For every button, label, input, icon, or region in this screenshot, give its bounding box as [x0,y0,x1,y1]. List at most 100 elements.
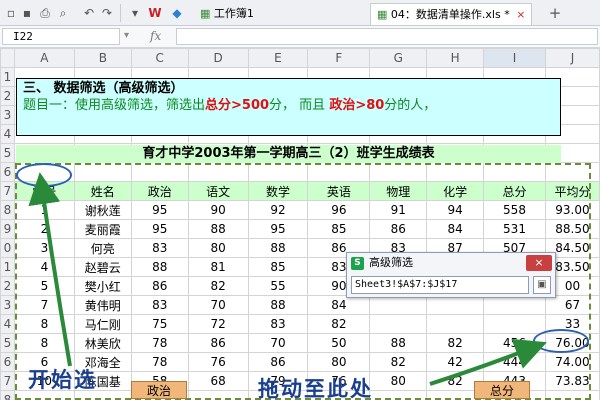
spreadsheet-grid[interactable]: A B C D E F G H I J 1 2 3 4 5 6 7 学号 姓名 … [0,48,600,400]
data-cell[interactable]: 马仁刚 [73,314,132,334]
data-cell[interactable]: 68 [187,371,249,391]
row-header[interactable]: 4 [0,124,15,144]
data-cell[interactable]: 55 [247,276,309,296]
instruction-note[interactable]: 三、 数据筛选（高级筛选） 题目一：使用高级筛选，筛选出总分>500分， 而且 … [16,78,561,136]
row-header[interactable]: 4 [0,314,15,334]
name-box-dropdown-icon[interactable]: ▾ [124,30,129,41]
data-cell[interactable]: 70 [247,333,309,353]
header-cell-math[interactable]: 数学 [247,181,309,201]
data-cell[interactable]: 74.00 [544,352,600,372]
data-cell[interactable]: 92 [247,200,309,220]
header-cell-physics[interactable]: 物理 [369,181,428,201]
data-cell[interactable]: 88 [369,333,428,353]
data-cell[interactable]: 95 [130,219,189,239]
wps-logo-icon[interactable]: W [148,6,162,20]
row-header[interactable]: 3 [0,295,15,315]
data-cell[interactable]: 95 [130,200,189,220]
data-cell[interactable]: 85 [247,257,309,277]
data-cell[interactable] [369,314,428,334]
save-icon[interactable]: ▫ [4,6,18,20]
data-cell[interactable]: 95 [247,219,309,239]
row-header[interactable]: 9 [0,219,15,239]
criteria-total-cell[interactable]: 总分 [474,381,530,399]
data-cell[interactable]: 83 [247,314,309,334]
header-cell-chemistry[interactable]: 化学 [426,181,485,201]
column-header[interactable]: C [130,48,189,68]
row-header[interactable]: 5 [0,333,15,353]
data-cell[interactable]: 73.83 [544,371,600,391]
data-cell[interactable]: 70 [187,295,249,315]
header-cell-average[interactable]: 平均分 [544,181,600,201]
print-icon[interactable]: ⎙ [38,6,52,20]
row-header[interactable]: 2 [0,276,15,296]
data-cell[interactable]: 33 [544,314,600,334]
dropdown-icon[interactable]: ▾ [128,6,142,20]
column-header[interactable]: B [73,48,132,68]
data-cell[interactable]: 88 [130,257,189,277]
header-cell-total[interactable]: 总分 [483,181,546,201]
data-cell[interactable]: 2 [13,219,75,239]
column-header[interactable]: G [369,48,428,68]
data-cell[interactable]: 3 [13,238,75,258]
advanced-filter-dialog[interactable]: S 高级筛选 × Sheet3!$A$7:$J$17 ▣ [346,252,556,298]
data-cell[interactable]: 50 [307,333,371,353]
print-preview-icon[interactable]: ⌕ [56,6,70,20]
range-input[interactable]: Sheet3!$A$7:$J$17 [351,276,529,294]
data-cell[interactable]: 82 [426,333,485,353]
tab-active-file[interactable]: ▦ 04：数据清单操作.xls * × [370,3,533,25]
data-cell[interactable]: 88 [187,219,249,239]
undo-icon[interactable]: ↶ [82,6,96,20]
data-cell[interactable]: 531 [483,219,546,239]
row-header[interactable]: 8 [0,390,15,400]
data-cell[interactable]: 82 [307,314,371,334]
tab-workbook1[interactable]: ▦ 工作簿1 [194,3,260,25]
data-cell[interactable]: 1 [13,200,75,220]
data-cell[interactable]: 80 [369,371,428,391]
column-header[interactable]: E [247,48,309,68]
data-cell[interactable]: 96 [307,200,371,220]
data-cell[interactable]: 86 [187,333,249,353]
data-cell[interactable]: 86 [130,276,189,296]
row-header[interactable]: 8 [0,200,15,220]
row-header[interactable]: 1 [0,257,15,277]
row-header[interactable]: 1 [0,67,15,87]
data-cell[interactable]: 456 [483,333,546,353]
column-header-selected[interactable]: I [483,48,546,68]
fx-label[interactable]: fx [150,29,161,43]
data-cell[interactable]: 78 [130,352,189,372]
data-cell[interactable]: 72 [187,314,249,334]
table-title[interactable]: 育才中学2003年第一学期高三（2）班学生成绩表 [16,145,561,163]
header-cell-chinese[interactable]: 语文 [187,181,249,201]
data-cell[interactable]: 88.50 [544,219,600,239]
row-header[interactable]: 0 [0,238,15,258]
data-cell[interactable]: 林美欣 [73,333,132,353]
data-cell[interactable]: 94 [426,200,485,220]
data-cell[interactable]: 42 [426,352,485,372]
data-cell[interactable] [426,314,485,334]
data-cell[interactable] [369,295,428,315]
data-cell[interactable]: 76 [187,352,249,372]
header-cell-politics[interactable]: 政治 [130,181,189,201]
cloud-cube-icon[interactable]: ◆ [170,6,184,20]
dialog-titlebar[interactable]: S 高级筛选 × [347,253,555,273]
data-cell[interactable] [426,295,485,315]
data-cell[interactable]: 90 [187,200,249,220]
redo-icon[interactable]: ↷ [100,6,114,20]
criteria-politics-cell[interactable]: 政治 [131,381,187,399]
data-cell[interactable]: 84 [307,295,371,315]
data-cell[interactable]: 78 [130,333,189,353]
row-header[interactable]: 7 [0,181,15,201]
data-cell[interactable]: 7 [13,295,75,315]
data-cell[interactable]: 93.00 [544,200,600,220]
row-header[interactable]: 6 [0,352,15,372]
add-tab-button[interactable]: + [548,6,562,21]
data-cell[interactable] [483,295,546,315]
data-cell[interactable]: 80 [187,238,249,258]
row-header[interactable]: 5 [0,143,15,163]
dialog-close-button[interactable]: × [526,255,552,271]
range-picker-icon[interactable]: ▣ [533,276,551,294]
data-cell[interactable]: 4 [13,257,75,277]
formula-input[interactable] [176,28,598,45]
header-cell-name[interactable]: 姓名 [73,181,132,201]
data-cell[interactable]: 91 [369,200,428,220]
